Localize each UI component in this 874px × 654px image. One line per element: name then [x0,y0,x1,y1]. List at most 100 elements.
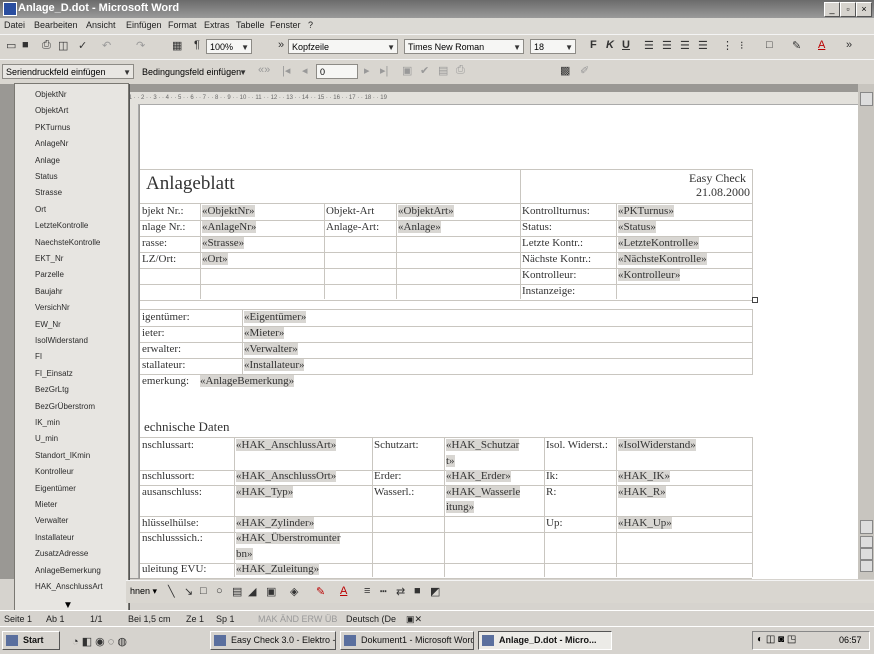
merge-field-item[interactable]: ObjektArt [35,106,68,115]
menu-tabelle[interactable]: Tabelle [236,20,265,30]
merge-field[interactable]: «HAK_AnschlussOrt» [236,470,337,482]
shadow-icon[interactable]: ■ [414,585,421,597]
insert-merge-field-button[interactable]: Seriendruckfeld einfügen ▼ [2,64,134,79]
textbox-icon[interactable]: ▤ [232,585,242,598]
merge-field[interactable]: «Verwalter» [244,343,298,355]
merge-to-document-icon[interactable]: ▤ [438,64,448,77]
merge-field-item[interactable]: FI_Einsatz [35,369,73,378]
merge-field-item[interactable]: IK_min [35,418,60,427]
task-dokument1[interactable]: Dokument1 - Microsoft Word [340,631,474,650]
italic-button[interactable]: K [606,39,614,51]
merge-field[interactable]: «HAK_Erder» [446,470,511,482]
clipart-icon[interactable]: ▣ [266,585,276,598]
restore-button[interactable]: ▫ [840,2,856,17]
status-modes[interactable]: MAK ÄND ERW ÜB [258,614,337,624]
menu-bearbeiten[interactable]: Bearbeiten [34,20,78,30]
merge-field-item[interactable]: EKT_Nr [35,254,63,263]
merge-field-item[interactable]: Eigentümer [35,484,76,493]
check-merge-icon[interactable]: ✔ [420,64,429,77]
menu-datei[interactable]: Datei [4,20,25,30]
merge-field-item[interactable]: PKTurnus [35,123,70,132]
minimize-button[interactable]: _ [824,2,840,17]
merge-field-item[interactable]: Standort_IKmin [35,451,90,460]
align-right-icon[interactable]: ☰ [680,39,690,52]
merge-field-item[interactable]: VersichNr [35,303,70,312]
align-center-icon[interactable]: ☰ [662,39,672,52]
merge-helper-icon[interactable]: ▣ [402,64,412,77]
menu-ansicht[interactable]: Ansicht [86,20,116,30]
merge-field[interactable]: «HAK_IK» [618,470,670,482]
zoom-select[interactable]: 100% ▼ [206,39,252,54]
merge-field[interactable]: itung» [446,501,475,513]
merge-to-printer-icon[interactable]: ⎙ [456,64,465,77]
merge-field-item[interactable]: U_min [35,434,58,443]
new-document-icon[interactable]: ▭ [6,39,16,52]
record-number-input[interactable]: 0 [316,64,358,79]
merge-field[interactable]: «AnlageBemerkung» [200,375,295,387]
fill-color-icon[interactable]: ◈ [290,585,298,598]
merge-field[interactable]: «ObjektNr» [202,205,255,217]
merge-field[interactable]: «Strasse» [202,237,245,249]
vertical-scrollbar[interactable] [858,84,874,579]
merge-field-item[interactable]: LetzteKontrolle [35,221,88,230]
status-language[interactable]: Deutsch (De [346,614,396,624]
merge-field-item[interactable]: EW_Nr [35,320,61,329]
merge-field-item[interactable]: Baujahr [35,287,63,296]
merge-field[interactable]: «HAK_Wasserle [446,485,521,498]
font-size-select[interactable]: 18 ▼ [530,39,576,54]
horizontal-ruler[interactable]: · 1 · · 2 · · 3 · · 4 · · 5 · · 6 · · 7 … [125,92,858,105]
merge-field[interactable]: «HAK_Up» [618,516,672,529]
merge-field-item[interactable]: Strasse [35,188,62,197]
table-resize-handle[interactable] [752,297,758,303]
word-app-icon[interactable] [3,2,17,16]
merge-field-item[interactable]: Parzelle [35,270,64,279]
merge-field[interactable]: «Ort» [202,253,228,265]
font-color-icon[interactable]: A [340,585,347,597]
tray-icons[interactable]: ◐ ◫ ◙ ◳ [757,634,796,645]
merge-field-item[interactable]: Mieter [35,500,57,509]
merge-field-item[interactable]: Verwalter [35,516,68,525]
close-button[interactable]: × [856,2,872,17]
merge-field-item[interactable]: Installateur [35,533,74,542]
font-color-icon[interactable]: A [818,39,825,51]
merge-field-item[interactable]: Anlage [35,156,60,165]
font-select[interactable]: Times New Roman ▼ [404,39,524,54]
merge-field[interactable]: «IsolWiderstand» [618,439,696,451]
merge-field[interactable]: «Kontrolleur» [618,269,681,281]
arrow-style-icon[interactable]: ⇄ [396,585,405,598]
next-record-icon[interactable]: ▸ [364,64,370,77]
save-icon[interactable]: ■ [22,39,29,51]
previous-record-icon[interactable]: ◂ [302,64,308,77]
redo-icon[interactable]: ↷ [136,39,145,52]
previous-page-button[interactable] [860,536,873,548]
merge-field[interactable]: «HAK_Schutzar [446,439,520,451]
style-select[interactable]: Kopfzeile ▼ [288,39,398,54]
merge-field[interactable]: «PKTurnus» [618,205,674,217]
justify-icon[interactable]: ☰ [698,39,708,52]
dash-style-icon[interactable]: ┅ [380,585,387,598]
merge-field[interactable]: «Status» [618,221,656,233]
more-buttons-icon[interactable]: » [278,39,284,51]
merge-field[interactable]: «HAK_R» [618,485,666,498]
menu-einfuegen[interactable]: Einfügen [126,20,162,30]
merge-field-dropdown[interactable]: ObjektNr ObjektArt PKTurnus AnlageNr Anlage S… [14,83,129,619]
find-record-icon[interactable]: ▩ [560,64,570,77]
merge-field[interactable]: «NächsteKontrolle» [618,253,707,265]
menu-help[interactable]: ? [308,20,313,30]
start-button[interactable]: Start [2,631,60,650]
line-icon[interactable]: ╲ [168,585,175,598]
arrow-icon[interactable]: ↘ [184,585,193,598]
scroll-up-button[interactable] [860,92,873,106]
merge-field-item[interactable]: NaechsteKontrolle [35,238,100,247]
merge-field-item[interactable]: AnlageBemerkung [35,566,101,575]
document-page[interactable]: Anlageblatt Easy Check 21.08.2000 bjekt … [140,105,858,579]
merge-field-item[interactable]: BezGrLtg [35,385,69,394]
menu-fenster[interactable]: Fenster [270,20,301,30]
3d-icon[interactable]: ◩ [430,585,440,598]
autoshapes-menu[interactable]: hnen ▾ [130,586,157,597]
scroll-down-button[interactable] [860,520,873,534]
highlight-icon[interactable]: ✎ [792,39,801,52]
table-icon[interactable]: ▦ [172,39,182,52]
spelling-status-icon[interactable]: ▣✕ [406,614,422,625]
merge-field-item[interactable]: AnlageNr [35,139,68,148]
